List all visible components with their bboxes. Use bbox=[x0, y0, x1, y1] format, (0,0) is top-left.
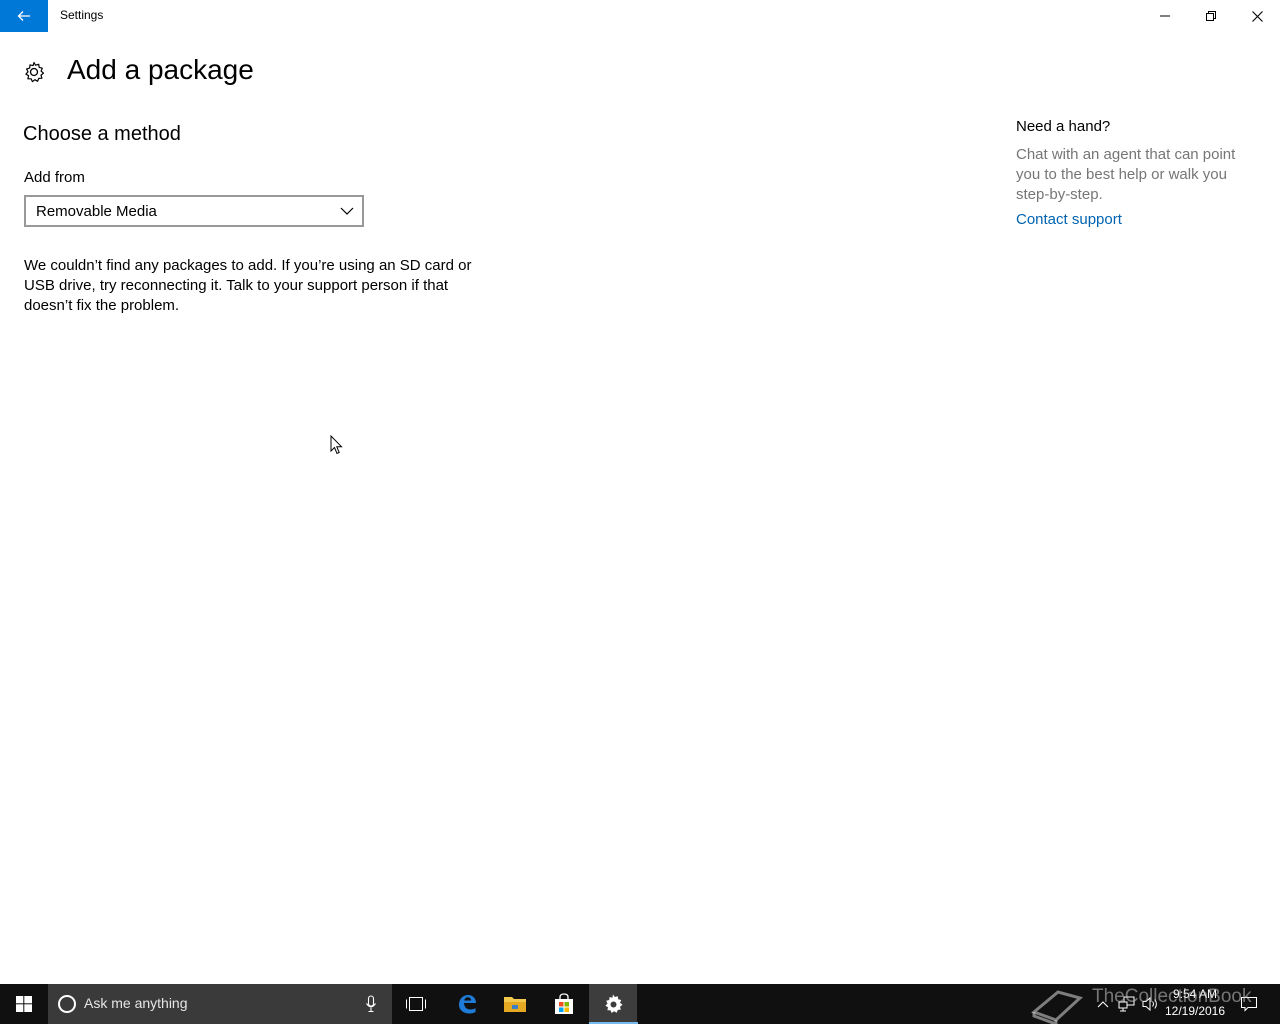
add-from-label: Add from bbox=[24, 169, 85, 186]
minimize-button[interactable] bbox=[1142, 0, 1188, 32]
action-center-button[interactable] bbox=[1240, 994, 1258, 1014]
search-placeholder: Ask me anything bbox=[84, 995, 188, 1011]
gear-icon bbox=[25, 61, 45, 83]
restore-button[interactable] bbox=[1188, 0, 1234, 32]
windows-logo-icon bbox=[16, 996, 32, 1012]
cortana-icon bbox=[58, 995, 76, 1013]
volume-button[interactable] bbox=[1142, 994, 1160, 1014]
help-title: Need a hand? bbox=[1016, 118, 1111, 135]
store-button[interactable] bbox=[540, 984, 588, 1024]
edge-icon bbox=[459, 995, 476, 1014]
show-hidden-icons-button[interactable] bbox=[1094, 994, 1112, 1014]
chevron-up-icon bbox=[1097, 1001, 1109, 1008]
section-title: Choose a method bbox=[23, 123, 181, 145]
file-explorer-button[interactable] bbox=[491, 984, 539, 1024]
task-view-icon bbox=[406, 997, 426, 1011]
app-title: Settings bbox=[60, 8, 104, 22]
add-from-dropdown[interactable]: Removable Media bbox=[24, 195, 364, 227]
folder-icon bbox=[504, 997, 526, 1012]
notification-icon bbox=[1241, 997, 1257, 1012]
minimize-icon bbox=[1160, 15, 1170, 17]
restore-icon bbox=[1206, 11, 1216, 21]
taskbar: Ask me anything 9:54 AM 12/19/2016 bbox=[0, 984, 1280, 1024]
chevron-down-icon bbox=[340, 207, 354, 215]
search-box[interactable]: Ask me anything bbox=[48, 984, 392, 1024]
edge-button[interactable] bbox=[443, 984, 491, 1024]
network-icon bbox=[1118, 996, 1135, 1012]
title-bar: Settings bbox=[0, 0, 1280, 32]
speaker-icon bbox=[1142, 996, 1157, 1012]
contact-support-link[interactable]: Contact support bbox=[1016, 211, 1122, 228]
help-text: Chat with an agent that can point you to… bbox=[1016, 146, 1236, 203]
back-button[interactable] bbox=[0, 0, 48, 32]
close-button[interactable] bbox=[1234, 0, 1280, 32]
clock-time: 9:54 AM bbox=[1172, 987, 1218, 1001]
gear-icon bbox=[605, 994, 623, 1013]
dropdown-selected-value: Removable Media bbox=[36, 203, 157, 220]
microphone-icon[interactable] bbox=[364, 994, 378, 1014]
clock-date: 12/19/2016 bbox=[1164, 1004, 1226, 1018]
no-packages-message: We couldn’t find any packages to add. If… bbox=[24, 257, 472, 314]
task-view-button[interactable] bbox=[392, 984, 440, 1024]
back-arrow-icon bbox=[17, 11, 30, 21]
settings-taskbar-button[interactable] bbox=[589, 984, 637, 1024]
mouse-cursor-icon bbox=[330, 435, 343, 455]
close-icon bbox=[1251, 10, 1263, 22]
store-bag-icon bbox=[555, 993, 573, 1014]
network-button[interactable] bbox=[1118, 994, 1136, 1014]
start-button[interactable] bbox=[0, 984, 48, 1024]
clock[interactable]: 9:54 AM 12/19/2016 bbox=[1160, 986, 1230, 1020]
page-title: Add a package bbox=[67, 54, 254, 85]
